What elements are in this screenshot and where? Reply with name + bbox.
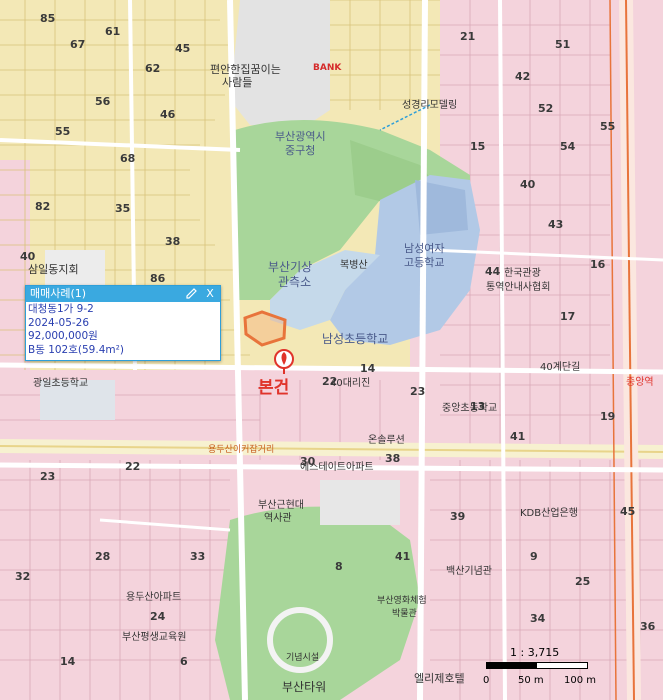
place-label: 남성여자 bbox=[404, 242, 444, 255]
svg-text:고등학교: 고등학교 bbox=[404, 256, 444, 269]
place-label: 남성초등학교 bbox=[322, 332, 388, 346]
svg-text:9: 9 bbox=[530, 550, 538, 563]
close-icon[interactable]: X bbox=[204, 286, 216, 302]
place-label: 광일초등학교 bbox=[33, 377, 88, 389]
popup-date: 2024-05-26 bbox=[28, 316, 90, 329]
svg-text:사람들: 사람들 bbox=[222, 76, 252, 89]
scale-ratio: 1 : 3,715 bbox=[510, 646, 560, 659]
svg-text:38: 38 bbox=[385, 452, 400, 465]
popup-unit: B동 102호(59.4m²) bbox=[28, 343, 124, 356]
svg-text:22: 22 bbox=[125, 460, 140, 473]
svg-text:25: 25 bbox=[575, 575, 590, 588]
svg-text:32: 32 bbox=[15, 570, 30, 583]
svg-text:19: 19 bbox=[600, 410, 615, 423]
svg-text:41: 41 bbox=[510, 430, 525, 443]
svg-text:46: 46 bbox=[160, 108, 176, 121]
scale-tick: 100 m bbox=[564, 675, 597, 686]
place-label: 편안한집꿈이는 bbox=[210, 63, 281, 76]
svg-text:14: 14 bbox=[360, 362, 376, 375]
popup-address: 대청동1가 9-2 bbox=[28, 303, 94, 315]
place-label: 부산근현대 bbox=[258, 499, 304, 511]
place-label: 기념시설 bbox=[286, 652, 319, 663]
svg-text:21: 21 bbox=[460, 30, 475, 43]
svg-text:23: 23 bbox=[40, 470, 55, 483]
place-label: 한국관광 bbox=[504, 267, 541, 279]
svg-text:55: 55 bbox=[55, 125, 70, 138]
place-label: 부산평생교육원 bbox=[122, 631, 186, 643]
place-label: 용두산아파트 bbox=[126, 591, 181, 603]
svg-text:67: 67 bbox=[70, 38, 85, 51]
svg-text:41: 41 bbox=[395, 550, 410, 563]
svg-text:33: 33 bbox=[190, 550, 205, 563]
svg-text:17: 17 bbox=[560, 310, 575, 323]
place-label: 삼일동지회 bbox=[28, 262, 79, 276]
svg-text:68: 68 bbox=[120, 152, 135, 165]
place-label: 중앙초등학교 bbox=[442, 402, 497, 414]
svg-text:40: 40 bbox=[20, 250, 36, 263]
svg-text:85: 85 bbox=[40, 12, 55, 25]
svg-text:52: 52 bbox=[538, 102, 553, 115]
svg-text:35: 35 bbox=[115, 202, 130, 215]
pencil-icon[interactable] bbox=[184, 286, 198, 302]
svg-text:23: 23 bbox=[410, 385, 425, 398]
place-label: 온솔루션 bbox=[368, 434, 405, 446]
svg-text:34: 34 bbox=[530, 612, 546, 625]
svg-text:14: 14 bbox=[60, 655, 76, 668]
svg-text:40: 40 bbox=[520, 178, 536, 191]
svg-text:56: 56 bbox=[95, 95, 111, 108]
scale-bar: 1 : 3,715 0 50 m 100 m bbox=[478, 646, 596, 688]
place-label: 40대리진 bbox=[330, 377, 370, 389]
svg-text:61: 61 bbox=[105, 25, 120, 38]
place-label: 부산영화체험 bbox=[377, 595, 427, 606]
svg-text:38: 38 bbox=[165, 235, 180, 248]
svg-text:통역안내사협회: 통역안내사협회 bbox=[486, 280, 550, 293]
popup-price: 92,000,000원 bbox=[28, 330, 98, 342]
place-label: 에스테이트아파트 bbox=[300, 461, 374, 473]
svg-text:43: 43 bbox=[548, 218, 563, 231]
svg-text:62: 62 bbox=[145, 62, 160, 75]
svg-text:44: 44 bbox=[485, 265, 501, 278]
road-label: 40계단길 bbox=[540, 360, 580, 373]
svg-text:24: 24 bbox=[150, 610, 166, 623]
svg-text:BANK: BANK bbox=[313, 63, 342, 73]
place-label: 부산기상 bbox=[268, 260, 312, 274]
place-label: KDB산업은행 bbox=[520, 506, 578, 519]
svg-text:16: 16 bbox=[590, 258, 606, 271]
place-label: 엘리제호텔 bbox=[414, 672, 465, 685]
svg-text:51: 51 bbox=[555, 38, 570, 51]
bank-marker[interactable]: BANK bbox=[313, 63, 342, 73]
sale-case-popup[interactable]: 매매사례(1) X 대청동1가 9-2 2024-05-26 92,000,00… bbox=[25, 285, 221, 361]
svg-text:82: 82 bbox=[35, 200, 50, 213]
place-label: 부산타워 bbox=[282, 680, 326, 694]
svg-text:42: 42 bbox=[515, 70, 530, 83]
place-label: 복병산 bbox=[340, 259, 368, 271]
svg-text:박물관: 박물관 bbox=[392, 608, 417, 619]
place-label: 부산광역시 bbox=[275, 130, 326, 143]
place-label: 중앙역 bbox=[626, 376, 654, 388]
svg-text:39: 39 bbox=[450, 510, 465, 523]
road-label: 용두산이커잡거리 bbox=[208, 443, 274, 455]
svg-text:역사관: 역사관 bbox=[264, 512, 292, 524]
svg-text:45: 45 bbox=[175, 42, 190, 55]
popup-title: 매매사례(1) bbox=[30, 287, 87, 300]
svg-text:15: 15 bbox=[470, 140, 485, 153]
svg-text:8: 8 bbox=[335, 560, 343, 573]
svg-text:55: 55 bbox=[600, 120, 615, 133]
svg-text:중구청: 중구청 bbox=[285, 144, 315, 157]
popup-header: 매매사례(1) X bbox=[26, 286, 220, 302]
place-label: 성경리모델링 bbox=[402, 98, 457, 111]
subject-label: 본건 bbox=[258, 378, 289, 398]
svg-text:86: 86 bbox=[150, 272, 166, 285]
svg-text:36: 36 bbox=[640, 620, 656, 633]
scale-tick: 0 bbox=[483, 675, 490, 686]
place-label: 백산기념관 bbox=[446, 565, 492, 577]
svg-text:45: 45 bbox=[620, 505, 635, 518]
svg-text:54: 54 bbox=[560, 140, 576, 153]
svg-text:관측소: 관측소 bbox=[278, 275, 311, 289]
scale-tick: 50 m bbox=[518, 675, 544, 686]
plaza bbox=[320, 480, 400, 525]
scale-bar-graphic bbox=[486, 662, 588, 669]
svg-text:28: 28 bbox=[95, 550, 110, 563]
svg-text:6: 6 bbox=[180, 655, 188, 668]
